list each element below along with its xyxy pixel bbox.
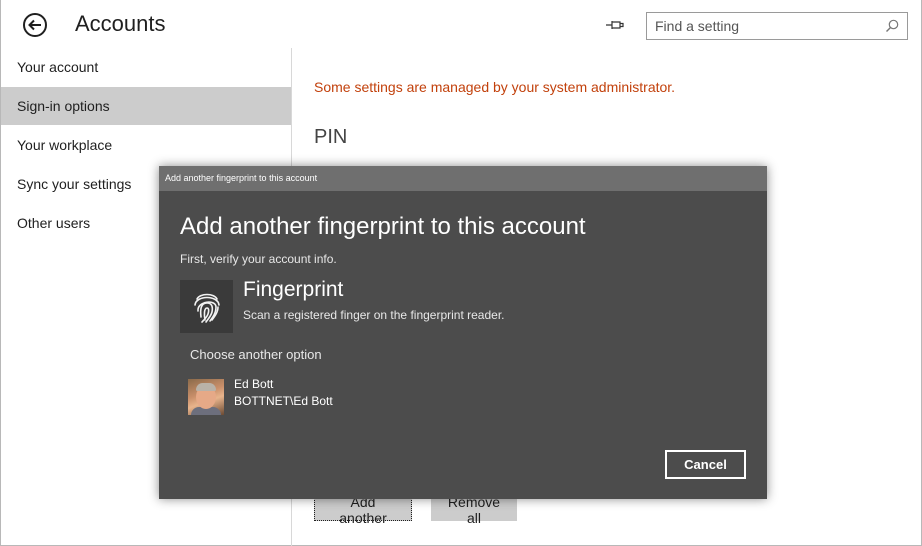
search-box xyxy=(646,12,908,40)
fingerprint-icon xyxy=(193,293,220,323)
fingerprint-option[interactable]: Fingerprint Scan a registered finger on … xyxy=(180,278,640,334)
account-name: Ed Bott xyxy=(234,377,274,391)
pin-to-start-button[interactable] xyxy=(604,15,626,35)
sidebar-item-your-account[interactable]: Your account xyxy=(1,48,291,86)
account-option[interactable]: Ed Bott BOTTNET\Ed Bott xyxy=(188,374,368,420)
fingerprint-option-description: Scan a registered finger on the fingerpr… xyxy=(243,308,505,322)
pin-icon xyxy=(606,21,624,29)
dialog-titlebar: Add another fingerprint to this account xyxy=(159,166,767,191)
fingerprint-dialog: Add another fingerprint to this account … xyxy=(159,166,767,499)
fingerprint-option-label: Fingerprint xyxy=(243,278,344,301)
back-arrow-icon xyxy=(28,19,41,31)
choose-another-option-label: Choose another option xyxy=(190,347,322,362)
sidebar-item-your-workplace[interactable]: Your workplace xyxy=(1,126,291,164)
search-icon[interactable] xyxy=(885,19,899,33)
dialog-heading: Add another fingerprint to this account xyxy=(180,213,586,240)
account-id: BOTTNET\Ed Bott xyxy=(234,394,333,408)
page-title: Accounts xyxy=(75,11,166,36)
back-button[interactable] xyxy=(23,13,47,37)
sidebar-item-sign-in-options[interactable]: Sign-in options xyxy=(1,87,291,125)
search-input[interactable] xyxy=(655,16,875,36)
dialog-subtitle: First, verify your account info. xyxy=(180,252,337,266)
cancel-button[interactable]: Cancel xyxy=(665,450,746,479)
settings-window: Accounts Your account Sign-in options Yo… xyxy=(0,0,922,546)
avatar xyxy=(188,379,224,415)
pin-section-title: PIN xyxy=(314,126,348,148)
admin-notice: Some settings are managed by your system… xyxy=(314,79,676,95)
header: Accounts xyxy=(1,0,922,50)
fingerprint-tile xyxy=(180,280,233,333)
